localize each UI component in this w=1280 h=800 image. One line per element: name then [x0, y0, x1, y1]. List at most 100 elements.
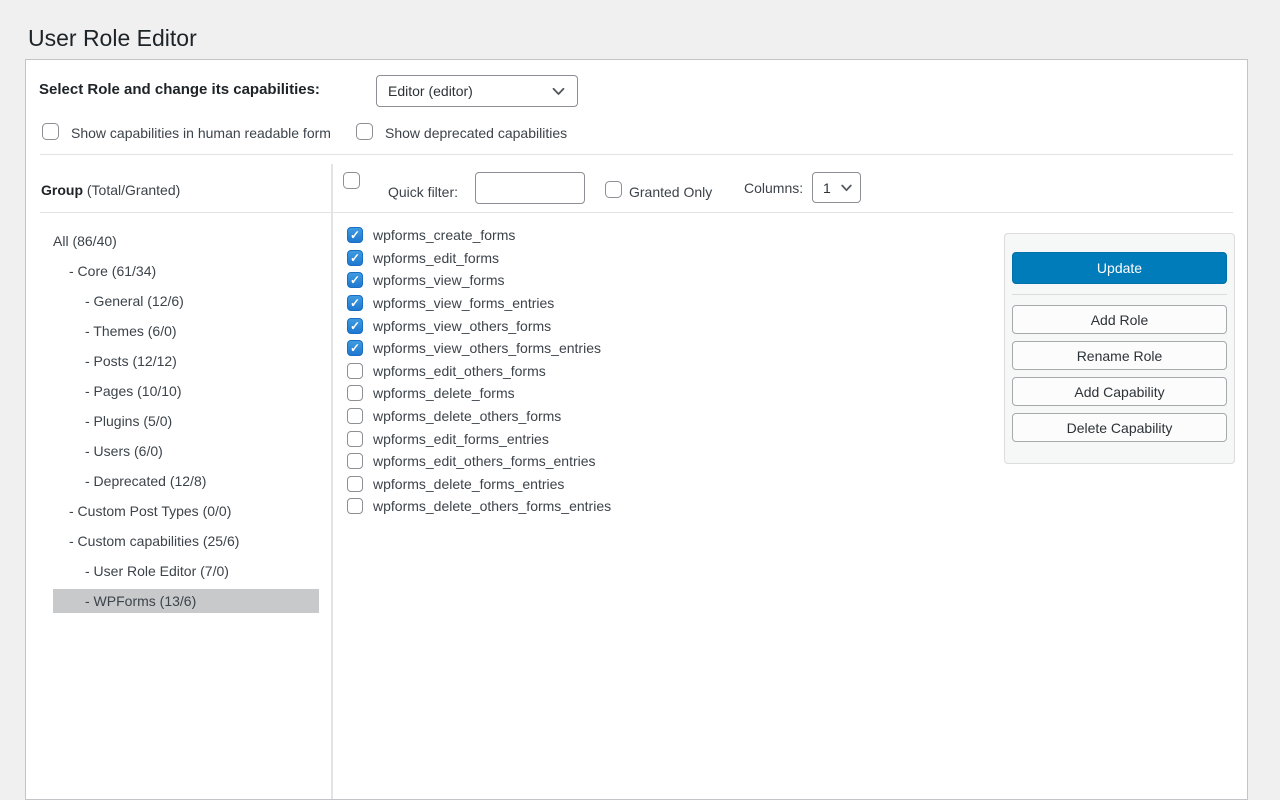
group-tree-item[interactable]: - WPForms (13/6): [53, 586, 319, 616]
action-button[interactable]: Add Role: [1012, 305, 1227, 334]
update-button[interactable]: Update: [1012, 252, 1227, 284]
capability-label[interactable]: wpforms_delete_forms_entries: [373, 476, 564, 492]
group-tree-item-label: - User Role Editor (7/0): [53, 563, 229, 579]
user-role-editor-panel: Select Role and change its capabilities:…: [25, 59, 1248, 800]
capability-label[interactable]: wpforms_view_others_forms: [373, 318, 551, 334]
group-tree-item[interactable]: - Themes (6/0): [53, 316, 319, 346]
group-tree-item-label: - WPForms (13/6): [53, 593, 196, 609]
group-tree-item[interactable]: - Custom Post Types (0/0): [53, 496, 319, 526]
page-title: User Role Editor: [28, 25, 197, 53]
select-all-checkbox[interactable]: [343, 172, 360, 189]
capability-label[interactable]: wpforms_view_others_forms_entries: [373, 340, 601, 356]
deprecated-label[interactable]: Show deprecated capabilities: [385, 125, 567, 141]
granted-only-checkbox[interactable]: [605, 181, 622, 198]
capability-checkbox[interactable]: [347, 431, 363, 447]
capability-checkbox[interactable]: [347, 272, 363, 288]
vertical-divider: [331, 164, 333, 799]
capability-checkbox[interactable]: [347, 295, 363, 311]
capability-checkbox[interactable]: [347, 363, 363, 379]
capability-checkbox[interactable]: [347, 453, 363, 469]
quick-filter-input[interactable]: [475, 172, 585, 204]
role-select[interactable]: Editor (editor): [376, 75, 578, 107]
group-tree-item-label: - Themes (6/0): [53, 323, 177, 339]
capability-label[interactable]: wpforms_delete_others_forms: [373, 408, 561, 424]
capability-row: wpforms_view_others_forms_entries: [347, 337, 611, 360]
group-tree-item-label: - Plugins (5/0): [53, 413, 172, 429]
capabilities-list: wpforms_create_forms wpforms_edit_forms …: [347, 224, 611, 518]
group-tree-item-label: - Custom capabilities (25/6): [53, 533, 239, 549]
action-button[interactable]: Delete Capability: [1012, 413, 1227, 442]
capability-row: wpforms_delete_forms_entries: [347, 473, 611, 496]
group-tree-item-label: - Pages (10/10): [53, 383, 182, 399]
capability-row: wpforms_delete_others_forms_entries: [347, 495, 611, 518]
group-tree-item[interactable]: - Core (61/34): [53, 256, 319, 286]
group-tree-item[interactable]: - Deprecated (12/8): [53, 466, 319, 496]
group-tree-item-label: - Deprecated (12/8): [53, 473, 206, 489]
capability-checkbox[interactable]: [347, 318, 363, 334]
capability-label[interactable]: wpforms_view_forms: [373, 272, 504, 288]
capability-row: wpforms_create_forms: [347, 224, 611, 247]
group-tree-item[interactable]: - Users (6/0): [53, 436, 319, 466]
group-tree-item-label: All (86/40): [53, 233, 117, 249]
capability-label[interactable]: wpforms_edit_others_forms_entries: [373, 453, 596, 469]
select-role-label: Select Role and change its capabilities:: [39, 81, 320, 98]
group-tree-item[interactable]: - Plugins (5/0): [53, 406, 319, 436]
capability-label[interactable]: wpforms_edit_others_forms: [373, 363, 546, 379]
horizontal-divider: [40, 154, 1233, 155]
actions-panel: Update Add Role Rename Role Add Capability…: [1004, 233, 1235, 464]
human-readable-checkbox[interactable]: [42, 123, 59, 140]
human-readable-label[interactable]: Show capabilities in human readable form: [71, 125, 331, 141]
granted-only-label[interactable]: Granted Only: [629, 184, 712, 200]
group-tree-item-label: - Custom Post Types (0/0): [53, 503, 231, 519]
columns-select[interactable]: 1: [812, 172, 861, 203]
capability-row: wpforms_delete_forms: [347, 382, 611, 405]
capability-label[interactable]: wpforms_view_forms_entries: [373, 295, 554, 311]
capability-label[interactable]: wpforms_edit_forms_entries: [373, 431, 549, 447]
group-heading-rest: (Total/Granted): [83, 182, 180, 198]
action-button[interactable]: Add Capability: [1012, 377, 1227, 406]
capability-row: wpforms_delete_others_forms: [347, 405, 611, 428]
capability-row: wpforms_view_forms: [347, 269, 611, 292]
capability-row: wpforms_view_others_forms: [347, 314, 611, 337]
group-tree-item[interactable]: All (86/40): [53, 226, 319, 256]
capability-row: wpforms_edit_forms: [347, 247, 611, 270]
group-column-heading: Group (Total/Granted): [41, 182, 180, 198]
capability-checkbox[interactable]: [347, 476, 363, 492]
capability-row: wpforms_view_forms_entries: [347, 292, 611, 315]
group-tree-item-label: - Core (61/34): [53, 263, 156, 279]
capability-row: wpforms_edit_others_forms_entries: [347, 450, 611, 473]
capability-checkbox[interactable]: [347, 250, 363, 266]
capability-checkbox[interactable]: [347, 498, 363, 514]
capability-groups-tree: All (86/40) - Core (61/34) - General (12/6…: [53, 214, 319, 616]
columns-select-value: 1: [823, 180, 831, 196]
capability-label[interactable]: wpforms_create_forms: [373, 227, 515, 243]
secondary-actions: Add Role Rename Role Add Capability Delete …: [1012, 305, 1227, 442]
capability-checkbox[interactable]: [347, 385, 363, 401]
group-heading-bold: Group: [41, 182, 83, 198]
chevron-down-icon: [552, 87, 565, 96]
group-tree-item-label: - General (12/6): [53, 293, 184, 309]
action-button[interactable]: Rename Role: [1012, 341, 1227, 370]
group-tree-item[interactable]: - Pages (10/10): [53, 376, 319, 406]
capability-checkbox[interactable]: [347, 408, 363, 424]
group-tree-item[interactable]: - Custom capabilities (25/6): [53, 526, 319, 556]
chevron-down-icon: [841, 184, 852, 192]
capability-checkbox[interactable]: [347, 340, 363, 356]
columns-label: Columns:: [744, 180, 803, 196]
group-tree-item[interactable]: - General (12/6): [53, 286, 319, 316]
capability-label[interactable]: wpforms_delete_others_forms_entries: [373, 498, 611, 514]
capability-label[interactable]: wpforms_edit_forms: [373, 250, 499, 266]
capability-checkbox[interactable]: [347, 227, 363, 243]
group-tree-item[interactable]: - Posts (12/12): [53, 346, 319, 376]
deprecated-checkbox[interactable]: [356, 123, 373, 140]
capability-label[interactable]: wpforms_delete_forms: [373, 385, 515, 401]
group-tree-item[interactable]: - User Role Editor (7/0): [53, 556, 319, 586]
group-tree-item-label: - Posts (12/12): [53, 353, 177, 369]
role-select-value: Editor (editor): [388, 83, 473, 99]
capability-row: wpforms_edit_forms_entries: [347, 427, 611, 450]
group-tree-item-label: - Users (6/0): [53, 443, 163, 459]
quick-filter-label: Quick filter:: [388, 184, 458, 200]
capability-row: wpforms_edit_others_forms: [347, 360, 611, 383]
horizontal-divider: [40, 212, 1233, 213]
actions-divider: [1012, 294, 1227, 295]
